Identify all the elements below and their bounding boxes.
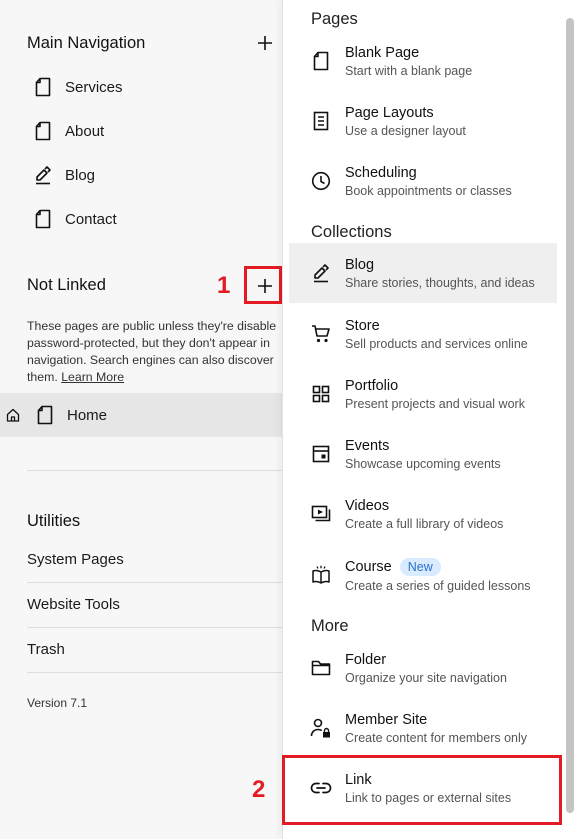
layout-icon (309, 109, 333, 133)
nav-item-contact[interactable]: Contact (27, 204, 117, 234)
utility-website-tools[interactable]: Website Tools (27, 596, 120, 613)
menu-item-blank-page[interactable]: Blank Page Start with a blank page (289, 33, 557, 89)
add-page-menu: Pages Blank Page Start with a blank page… (282, 0, 578, 839)
menu-item-page-layouts[interactable]: Page Layouts Use a designer layout (289, 93, 557, 149)
divider (27, 672, 287, 673)
nav-item-label: Services (65, 78, 123, 96)
grid-icon (309, 382, 333, 406)
not-linked-description: These pages are public unless they're di… (27, 319, 277, 384)
annotation-step-1: 1 (217, 272, 231, 299)
new-badge: New (399, 557, 441, 576)
nav-item-label: Contact (65, 210, 117, 228)
menu-item-folder[interactable]: Folder Organize your site navigation (289, 640, 557, 696)
nav-item-label: Home (67, 406, 108, 424)
menu-item-subtitle: Create a series of guided lessons (345, 578, 531, 593)
annotation-step-2: 2 (252, 776, 266, 803)
page-icon (33, 209, 53, 229)
not-linked-title: Not Linked (27, 276, 106, 294)
menu-item-title: Member Site (345, 711, 428, 728)
nav-item-home[interactable]: Home (0, 393, 300, 437)
clock-icon (309, 169, 333, 193)
group-title-pages: Pages (311, 10, 358, 28)
menu-item-subtitle: Create content for members only (345, 730, 528, 745)
learn-more-link[interactable]: Learn More (61, 370, 124, 384)
menu-item-course[interactable]: Course New Create a series of guided les… (289, 546, 557, 604)
calendar-icon (309, 442, 333, 466)
utility-system-pages[interactable]: System Pages (27, 551, 124, 568)
nav-item-about[interactable]: About (27, 116, 104, 146)
menu-item-subtitle: Organize your site navigation (345, 670, 507, 685)
annotation-highlight-1 (244, 266, 282, 304)
menu-item-subtitle: Book appointments or classes (345, 183, 512, 198)
plus-icon (258, 36, 272, 50)
menu-item-subtitle: Start with a blank page (345, 63, 473, 78)
menu-item-videos[interactable]: Videos Create a full library of videos (289, 486, 557, 542)
divider (27, 627, 287, 628)
menu-item-subtitle: Showcase upcoming events (345, 456, 501, 471)
menu-item-subtitle: Use a designer layout (345, 123, 466, 138)
menu-item-portfolio[interactable]: Portfolio Present projects and visual wo… (289, 366, 557, 422)
menu-item-subtitle: Share stories, thoughts, and ideas (345, 275, 535, 290)
book-icon (309, 563, 333, 587)
version-label: Version 7.1 (27, 696, 88, 710)
utility-trash[interactable]: Trash (27, 641, 65, 658)
menu-item-title: Videos (345, 497, 390, 514)
page-icon (33, 121, 53, 141)
menu-item-title: Page Layouts (345, 104, 434, 121)
divider (27, 470, 287, 471)
page-icon (33, 77, 53, 97)
home-icon (6, 408, 20, 422)
page-icon (35, 405, 55, 425)
menu-item-subtitle: Create a full library of videos (345, 516, 504, 531)
cart-icon (309, 322, 333, 346)
menu-item-blog[interactable]: Blog Share stories, thoughts, and ideas (289, 243, 557, 303)
divider (27, 582, 287, 583)
menu-item-subtitle: Present projects and visual work (345, 396, 525, 411)
folder-icon (309, 656, 333, 680)
main-navigation-title: Main Navigation (27, 34, 146, 52)
nav-item-label: Blog (65, 166, 96, 184)
menu-item-subtitle: Sell products and services online (345, 336, 528, 351)
blog-icon (33, 165, 53, 185)
add-main-nav-page-button[interactable] (250, 28, 280, 58)
menu-item-title: Portfolio (345, 377, 399, 394)
menu-item-title: Course (345, 558, 392, 575)
menu-scrollbar[interactable] (566, 18, 574, 813)
video-icon (309, 502, 333, 526)
member-icon (309, 716, 333, 740)
menu-item-title: Blank Page (345, 44, 420, 61)
nav-item-services[interactable]: Services (27, 72, 123, 102)
menu-item-member-site[interactable]: Member Site Create content for members o… (289, 700, 557, 756)
nav-item-label: About (65, 122, 105, 140)
annotation-highlight-2 (282, 755, 562, 825)
blank-page-icon (309, 49, 333, 73)
menu-item-title: Store (345, 317, 380, 334)
menu-item-scheduling[interactable]: Scheduling Book appointments or classes (289, 153, 557, 209)
group-title-more: More (311, 617, 349, 635)
utilities-title: Utilities (27, 512, 81, 530)
menu-item-title: Folder (345, 651, 387, 668)
menu-item-store[interactable]: Store Sell products and services online (289, 306, 557, 362)
nav-item-blog[interactable]: Blog (27, 160, 95, 190)
menu-item-title: Blog (345, 256, 375, 273)
blog-icon (309, 261, 333, 285)
menu-item-title: Scheduling (345, 164, 417, 181)
menu-item-title: Events (345, 437, 390, 454)
menu-item-events[interactable]: Events Showcase upcoming events (289, 426, 557, 482)
group-title-collections: Collections (311, 223, 392, 241)
